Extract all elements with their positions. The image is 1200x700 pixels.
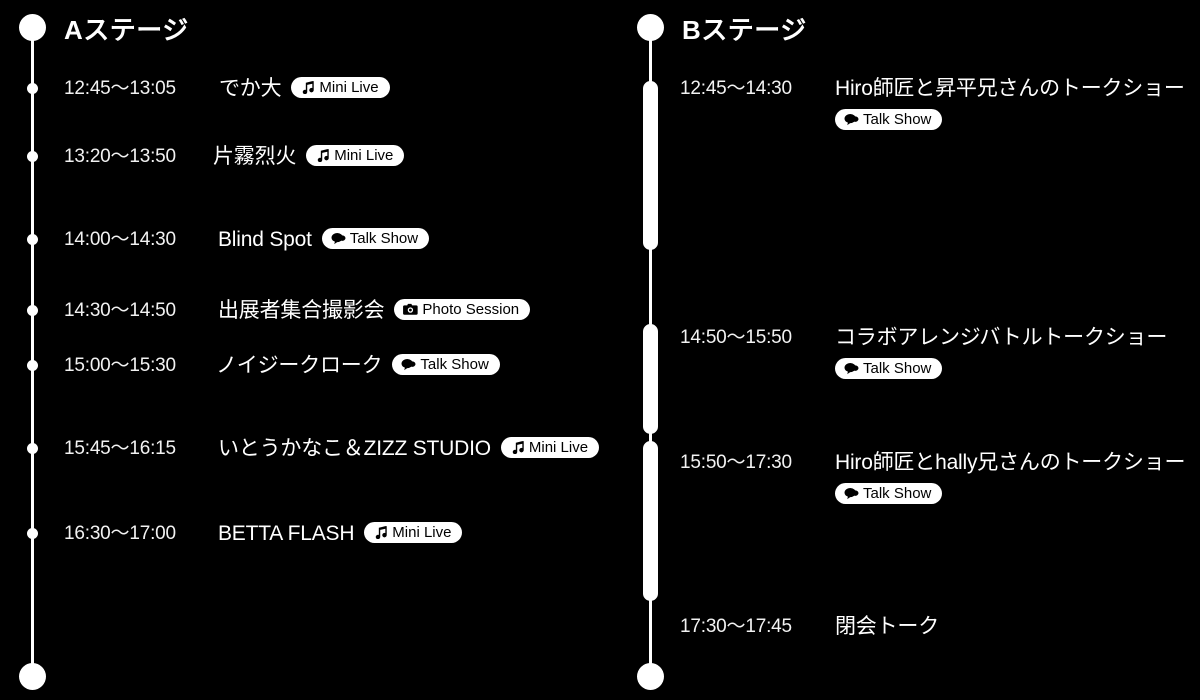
timeline-end-cap-a	[19, 663, 46, 690]
speech-bubble-icon	[844, 362, 859, 375]
timeline-start-cap-b	[637, 14, 664, 41]
timeline-node	[27, 234, 38, 245]
music-note-icon	[510, 440, 525, 454]
event-badge[interactable]: Mini Live	[500, 436, 600, 458]
event-badge-label: Talk Show	[420, 355, 489, 373]
music-note-icon	[300, 80, 315, 94]
event-title: でか大	[219, 77, 282, 100]
timeline-start-cap-a	[19, 14, 46, 41]
event-title: いとうかなこ＆ZIZZ STUDIO	[218, 437, 491, 460]
event-badge-label: Talk Show	[863, 360, 932, 377]
event-body: Blind Spot Talk Show	[218, 227, 430, 252]
event-title: BETTA FLASH	[218, 522, 355, 545]
event-badge[interactable]: Talk Show	[321, 227, 430, 249]
stage-column-b: Bステージ 12:45〜14:30 Hiro師匠と昇平兄さんのトークショー Ta…	[618, 0, 1200, 700]
timeline-node	[27, 528, 38, 539]
event-badge[interactable]: Photo Session	[394, 298, 531, 320]
event-body: Hiro師匠とhally兄さんのトークショー Talk Show	[835, 451, 1186, 504]
music-note-icon	[315, 148, 330, 162]
event-title: 片霧烈火	[213, 145, 297, 168]
event-badge-label: Mini Live	[334, 146, 394, 164]
event-duration-bar	[643, 324, 658, 434]
event-badge-label: Talk Show	[349, 229, 419, 247]
timeline-node	[27, 151, 38, 162]
event-title: 閉会トーク	[835, 615, 939, 638]
event-time: 14:00〜14:30	[64, 229, 176, 250]
event-badge-row: Talk Show	[835, 103, 943, 130]
speech-bubble-icon	[331, 232, 346, 245]
event-badge-label: Mini Live	[528, 438, 589, 456]
event-time: 15:45〜16:15	[64, 438, 176, 459]
timeline-rail-a	[31, 22, 34, 678]
event-body: 出展者集合撮影会 Photo Session	[218, 298, 531, 323]
event-time: 14:50〜15:50	[680, 327, 792, 348]
event-badge[interactable]: Talk Show	[835, 483, 943, 504]
timeline-node	[27, 360, 38, 371]
music-note-icon	[373, 525, 388, 539]
event-title: コラボアレンジバトルトークショー	[835, 326, 1168, 349]
event-body: でか大 Mini Live	[219, 76, 390, 101]
stage-title-a: Aステージ	[64, 15, 189, 45]
stage-title-b: Bステージ	[682, 15, 807, 45]
event-time: 16:30〜17:00	[64, 523, 176, 544]
event-body: Hiro師匠と昇平兄さんのトークショー Talk Show	[835, 77, 1185, 130]
timeline-end-cap-b	[637, 663, 664, 690]
timeline-node	[27, 305, 38, 316]
event-title: Hiro師匠とhally兄さんのトークショー	[835, 451, 1186, 474]
event-body: ノイジークローク Talk Show	[216, 353, 500, 378]
speech-bubble-icon	[844, 487, 859, 500]
event-title: Blind Spot	[218, 228, 312, 251]
event-time: 14:30〜14:50	[64, 300, 176, 321]
timeline-node	[27, 443, 38, 454]
event-time: 13:20〜13:50	[64, 146, 176, 167]
event-badge-row: Talk Show	[835, 477, 943, 504]
event-body: コラボアレンジバトルトークショー Talk Show	[835, 326, 1168, 379]
event-badge[interactable]: Talk Show	[835, 358, 943, 379]
speech-bubble-icon	[844, 113, 859, 126]
event-body: いとうかなこ＆ZIZZ STUDIO Mini Live	[218, 436, 600, 461]
event-body: 閉会トーク	[835, 615, 939, 639]
speech-bubble-icon	[401, 358, 416, 371]
event-body: 片霧烈火 Mini Live	[213, 144, 405, 169]
event-badge-label: Mini Live	[392, 523, 452, 541]
event-time: 12:45〜13:05	[64, 78, 176, 99]
event-badge[interactable]: Mini Live	[306, 144, 405, 166]
event-badge-label: Talk Show	[863, 485, 932, 502]
event-time: 17:30〜17:45	[680, 616, 792, 637]
event-badge-label: Photo Session	[422, 300, 520, 318]
event-badge[interactable]: Mini Live	[364, 521, 463, 543]
event-body: BETTA FLASH Mini Live	[218, 521, 463, 546]
event-badge-row: Talk Show	[835, 352, 943, 379]
event-title: Hiro師匠と昇平兄さんのトークショー	[835, 77, 1185, 100]
event-time: 15:00〜15:30	[64, 355, 176, 376]
event-badge-label: Mini Live	[319, 78, 379, 96]
stage-column-a: Aステージ 12:45〜13:05 でか大 Mini Live 13:20〜13:…	[0, 0, 620, 700]
event-duration-bar	[643, 81, 658, 250]
event-duration-bar	[643, 441, 658, 601]
event-time: 15:50〜17:30	[680, 452, 792, 473]
event-title: ノイジークローク	[216, 354, 383, 377]
event-badge[interactable]: Talk Show	[392, 353, 500, 375]
event-badge[interactable]: Talk Show	[835, 109, 943, 130]
event-badge[interactable]: Mini Live	[291, 76, 390, 98]
event-time: 12:45〜14:30	[680, 78, 792, 99]
event-title: 出展者集合撮影会	[218, 299, 385, 322]
camera-icon	[403, 303, 419, 316]
timeline-node	[27, 83, 38, 94]
event-badge-label: Talk Show	[863, 111, 932, 128]
